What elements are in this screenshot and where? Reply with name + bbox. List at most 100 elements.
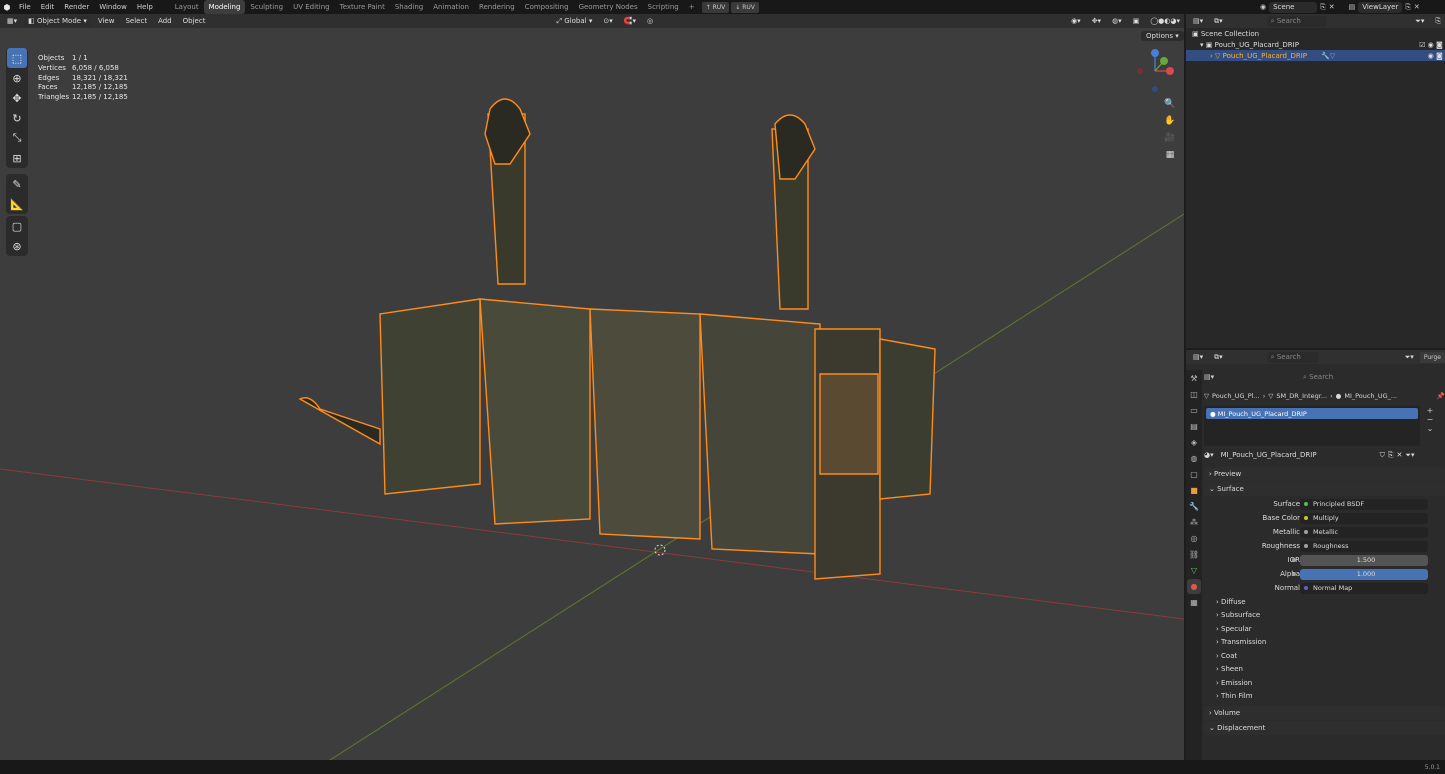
measure-icon[interactable]: 📐 — [7, 194, 27, 214]
filter-icon[interactable]: ⏷▾ — [1401, 352, 1418, 363]
surface-row-field[interactable]: Principled BSDF — [1300, 498, 1428, 510]
modifier-tab-icon[interactable]: 🔧 — [1187, 499, 1201, 514]
new-scene-icon[interactable]: ⎘ — [1320, 3, 1326, 12]
cursor-icon[interactable]: ⊕ — [7, 68, 27, 88]
displacement-panel[interactable]: ⌄ Displacement — [1204, 721, 1445, 735]
view-menu[interactable]: View — [94, 16, 119, 27]
display-mode-icon[interactable]: ⧉▾ — [1210, 16, 1227, 27]
mode-selector[interactable]: ◧ Object Mode ▾ — [24, 15, 91, 27]
tab-modeling[interactable]: Modeling — [203, 0, 246, 14]
perspective-grid-icon[interactable]: ▦ — [1162, 147, 1178, 163]
material-tab-icon[interactable]: ● — [1187, 579, 1201, 594]
view-layer-icon[interactable]: ▤ — [1349, 3, 1356, 11]
scene-name-field[interactable]: Scene — [1269, 1, 1318, 13]
tab-rendering[interactable]: Rendering — [474, 0, 520, 14]
material-slot-item[interactable]: ● MI_Pouch_UG_Placard_DRIP — [1206, 408, 1418, 419]
slot-menu-icon[interactable]: ⌄ — [1427, 424, 1434, 433]
display-icon[interactable]: ⧉▾ — [1210, 352, 1227, 363]
zoom-icon[interactable]: 🔍 — [1162, 96, 1178, 112]
fake-user-icon[interactable]: ⛉ — [1380, 451, 1385, 460]
blender-logo-icon[interactable]: ⬢ — [0, 3, 14, 12]
annotate-icon[interactable]: ✎ — [7, 174, 27, 194]
add-workspace-icon[interactable]: + — [684, 0, 700, 14]
world-tab-icon[interactable]: ◍ — [1187, 451, 1201, 466]
neg-x-handle[interactable] — [1137, 68, 1143, 74]
y-axis-handle[interactable] — [1160, 57, 1168, 65]
scene-tab-icon[interactable]: ◈ — [1187, 435, 1201, 450]
menu-window[interactable]: Window — [94, 0, 132, 14]
select-menu[interactable]: Select — [121, 16, 151, 27]
pan-hand-icon[interactable]: ✋ — [1162, 113, 1178, 129]
3d-viewport[interactable]: ▦▾ ◧ Object Mode ▾ View Select Add Objec… — [0, 14, 1184, 760]
tab-animation[interactable]: Animation — [428, 0, 474, 14]
new-collection-icon[interactable]: ⎘ — [1431, 16, 1445, 27]
add-menu[interactable]: Add — [154, 16, 176, 27]
transform-gizmo-icon[interactable]: ⊛ — [7, 236, 27, 256]
delete-view-layer-icon[interactable]: ✕ — [1414, 3, 1420, 11]
options-button[interactable]: Options ▾ — [1141, 31, 1184, 41]
subpanel-thin-film[interactable]: › Thin Film — [1204, 690, 1445, 704]
surface-row-field[interactable]: Metallic — [1300, 526, 1428, 538]
camera-icon[interactable]: ◙ — [1436, 41, 1445, 49]
delete-scene-icon[interactable]: ✕ — [1329, 3, 1335, 11]
surface-row-field[interactable]: Roughness — [1300, 540, 1428, 552]
collection-row[interactable]: ▾ ▣ Pouch_UG_Placard_DRIP ☑ ◉ ◙ — [1186, 39, 1445, 50]
camera-view-icon[interactable]: 🎥 — [1162, 130, 1178, 146]
add-slot-icon[interactable]: + — [1427, 406, 1434, 415]
volume-panel[interactable]: › Volume — [1204, 706, 1445, 720]
rotate-icon[interactable]: ↻ — [7, 108, 27, 128]
filter-icon[interactable]: ⏷▾ — [1405, 451, 1414, 460]
unlink-material-icon[interactable]: ✕ — [1396, 451, 1402, 459]
properties-search-input[interactable]: ⌕ Search — [1299, 371, 1361, 383]
camera-icon[interactable]: ◙ — [1436, 52, 1445, 60]
editor-type-icon[interactable]: ▦▾ — [3, 16, 21, 27]
tab-compositing[interactable]: Compositing — [520, 0, 574, 14]
move-icon[interactable]: ✥ — [7, 88, 27, 108]
output-tab-icon[interactable]: ▭ — [1187, 403, 1201, 418]
object-tab-icon[interactable]: ■ — [1187, 483, 1201, 498]
subpanel-transmission[interactable]: › Transmission — [1204, 636, 1445, 650]
menu-edit[interactable]: Edit — [36, 0, 60, 14]
object-menu[interactable]: Object — [179, 16, 210, 27]
menu-help[interactable]: Help — [132, 0, 158, 14]
scene-icon[interactable]: ◉ — [1260, 3, 1266, 11]
menu-file[interactable]: File — [14, 0, 36, 14]
tab-sculpting[interactable]: Sculpting — [245, 0, 288, 14]
new-view-layer-icon[interactable]: ⎘ — [1405, 3, 1411, 12]
orientation-selector[interactable]: ⤢ Global ▾ — [552, 16, 596, 27]
subpanel-emission[interactable]: › Emission — [1204, 676, 1445, 690]
tab-uv-editing[interactable]: UV Editing — [288, 0, 335, 14]
x-axis-handle[interactable] — [1166, 67, 1174, 75]
properties-header-search[interactable]: ⌕ Search — [1266, 351, 1319, 363]
menu-render[interactable]: Render — [59, 0, 94, 14]
surface-row-field[interactable]: Multiply — [1300, 512, 1428, 524]
surface-row-field[interactable]: 1.000 — [1292, 568, 1428, 580]
view-layer-tab-icon[interactable]: ▤ — [1187, 419, 1201, 434]
tab-layout[interactable]: Layout — [170, 0, 204, 14]
view-layer-field[interactable]: ViewLayer — [1358, 1, 1403, 13]
tab-scripting[interactable]: Scripting — [643, 0, 684, 14]
material-browse-icon[interactable]: ◕▾ — [1204, 451, 1214, 459]
render-tab-icon[interactable]: ◫ — [1187, 387, 1201, 402]
properties-editor-icon[interactable]: ▤▾ — [1189, 352, 1207, 363]
outliner-editor-icon[interactable]: ▤▾ — [1189, 16, 1207, 27]
navigation-gizmo[interactable] — [1132, 48, 1178, 94]
tab-geometry-nodes[interactable]: Geometry Nodes — [574, 0, 643, 14]
xray-icon[interactable]: ▣ — [1129, 16, 1144, 27]
pin-icon[interactable]: 📌 — [1437, 392, 1445, 400]
data-tab-icon[interactable]: ▽ — [1187, 563, 1201, 578]
constraints-tab-icon[interactable]: ⛓ — [1187, 547, 1201, 562]
surface-row-field[interactable]: Normal Map — [1300, 582, 1428, 594]
eye-icon[interactable]: ◉ — [1428, 52, 1436, 60]
overlay-icon[interactable]: ◍▾ — [1108, 16, 1126, 27]
pivot-icon[interactable]: ⊙▾ — [599, 16, 616, 27]
purge-button[interactable]: Purge — [1419, 351, 1445, 363]
transform-icon[interactable]: ⊞ — [7, 148, 27, 168]
snap-icon[interactable]: 🧲▾ — [620, 16, 640, 27]
eye-icon[interactable]: ◉ — [1428, 41, 1436, 49]
select-box-icon[interactable]: ⬚ — [7, 48, 27, 68]
tool-tab-icon[interactable]: ⚒ — [1187, 371, 1201, 386]
add-cube-icon[interactable]: ▢ — [7, 216, 27, 236]
neg-z-handle[interactable] — [1152, 86, 1158, 92]
subpanel-diffuse[interactable]: › Diffuse — [1204, 595, 1445, 609]
